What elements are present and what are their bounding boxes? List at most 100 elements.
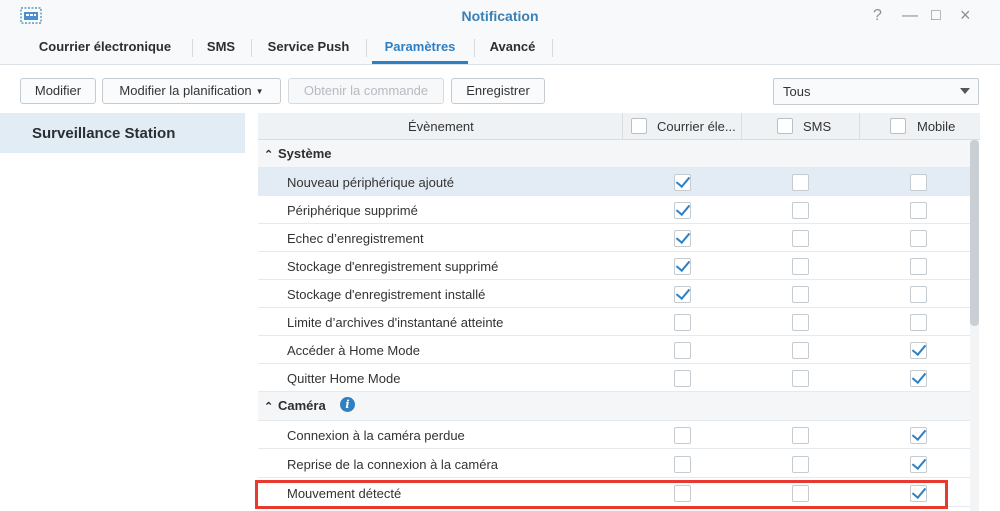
sms-checkbox[interactable] bbox=[792, 342, 809, 359]
email-checkbox[interactable] bbox=[674, 427, 691, 444]
email-checkbox[interactable] bbox=[674, 314, 691, 331]
caret-down-icon: ▼ bbox=[255, 86, 264, 96]
tab-separator bbox=[251, 39, 252, 57]
email-checkbox[interactable] bbox=[674, 258, 691, 275]
tab-separator bbox=[192, 39, 193, 57]
sms-checkbox[interactable] bbox=[792, 314, 809, 331]
event-label: Nouveau périphérique ajouté bbox=[287, 175, 454, 190]
mobile-checkbox[interactable] bbox=[910, 230, 927, 247]
modify-button[interactable]: Modifier bbox=[20, 78, 96, 104]
table-row[interactable]: Stockage d'enregistrement supprimé bbox=[258, 252, 970, 280]
sidebar: Surveillance Station bbox=[0, 113, 245, 511]
tab-bar: Courrier électronique SMS Service Push P… bbox=[0, 34, 1000, 65]
mobile-checkbox[interactable] bbox=[910, 456, 927, 473]
tab-email[interactable]: Courrier électronique bbox=[25, 34, 185, 61]
event-label: Stockage d'enregistrement supprimé bbox=[287, 259, 499, 274]
sms-checkbox[interactable] bbox=[792, 286, 809, 303]
group-label: Système bbox=[278, 146, 332, 161]
help-icon[interactable]: ? bbox=[873, 7, 882, 25]
close-icon[interactable]: × bbox=[960, 6, 971, 24]
tab-settings[interactable]: Paramètres bbox=[372, 34, 468, 64]
filter-select[interactable]: Tous bbox=[773, 78, 979, 105]
header-mobile-checkbox[interactable] bbox=[890, 118, 906, 134]
header-sms-checkbox[interactable] bbox=[777, 118, 793, 134]
event-label: Reprise de la connexion à la caméra bbox=[287, 457, 499, 472]
mobile-checkbox[interactable] bbox=[910, 342, 927, 359]
event-label: Stockage d'enregistrement installé bbox=[287, 287, 486, 302]
save-button[interactable]: Enregistrer bbox=[451, 78, 545, 104]
table-row[interactable]: Quitter Home Mode bbox=[258, 364, 970, 392]
event-grid: Évènement Courrier éle... SMS Mobile ⌃ Sy… bbox=[258, 113, 980, 511]
chevron-up-icon: ⌃ bbox=[264, 149, 274, 161]
get-command-button[interactable]: Obtenir la commande bbox=[288, 78, 444, 104]
header-event-label: Évènement bbox=[408, 119, 474, 134]
group-toggle-camera[interactable]: ⌃ Caméra bbox=[264, 398, 326, 413]
sms-checkbox[interactable] bbox=[792, 427, 809, 444]
minimize-icon[interactable]: — bbox=[902, 7, 918, 25]
header-mobile-label: Mobile bbox=[917, 119, 956, 134]
table-row[interactable]: Limite d’archives d'instantané atteinte bbox=[258, 308, 970, 336]
maximize-icon[interactable]: □ bbox=[931, 7, 941, 25]
modify-schedule-label: Modifier la planification bbox=[119, 83, 252, 98]
header-email-checkbox[interactable] bbox=[631, 118, 647, 134]
mobile-checkbox[interactable] bbox=[910, 485, 927, 502]
email-checkbox[interactable] bbox=[674, 286, 691, 303]
modify-schedule-button[interactable]: Modifier la planification ▼ bbox=[102, 78, 281, 104]
sms-checkbox[interactable] bbox=[792, 485, 809, 502]
group-row-system: ⌃ Système bbox=[258, 140, 970, 168]
window-title: Notification bbox=[461, 8, 539, 24]
chevron-up-icon: ⌃ bbox=[264, 401, 274, 413]
email-checkbox[interactable] bbox=[674, 174, 691, 191]
event-label: Echec d’enregistrement bbox=[287, 231, 424, 246]
event-label: Connexion à la caméra perdue bbox=[287, 428, 465, 443]
mobile-checkbox[interactable] bbox=[910, 258, 927, 275]
tab-separator bbox=[552, 39, 553, 57]
tab-push-service[interactable]: Service Push bbox=[257, 34, 360, 61]
mobile-checkbox[interactable] bbox=[910, 314, 927, 331]
sms-checkbox[interactable] bbox=[792, 370, 809, 387]
group-toggle-system[interactable]: ⌃ Système bbox=[264, 146, 331, 161]
vertical-scrollbar-thumb[interactable] bbox=[970, 140, 979, 326]
event-label: Limite d’archives d'instantané atteinte bbox=[287, 315, 504, 330]
tab-separator bbox=[366, 39, 367, 57]
header-sms-label: SMS bbox=[803, 119, 832, 134]
event-label: Périphérique supprimé bbox=[287, 203, 418, 218]
info-icon[interactable]: i bbox=[340, 397, 355, 412]
tab-advanced[interactable]: Avancé bbox=[480, 34, 545, 61]
email-checkbox[interactable] bbox=[674, 370, 691, 387]
group-row-camera: ⌃ Caméra i bbox=[258, 392, 970, 421]
event-label: Mouvement détecté bbox=[287, 486, 402, 501]
table-row[interactable]: Reprise de la connexion à la caméra bbox=[258, 450, 970, 478]
table-row[interactable]: Mouvement détecté bbox=[258, 479, 970, 507]
tab-separator bbox=[474, 39, 475, 57]
grid-header: Évènement Courrier éle... SMS Mobile bbox=[258, 113, 980, 140]
table-row[interactable]: Périphérique supprimé bbox=[258, 196, 970, 224]
email-checkbox[interactable] bbox=[674, 202, 691, 219]
header-mobile[interactable]: Mobile bbox=[859, 113, 980, 140]
table-row[interactable]: Echec d’enregistrement bbox=[258, 224, 970, 252]
tab-sms[interactable]: SMS bbox=[198, 34, 244, 61]
mobile-checkbox[interactable] bbox=[910, 370, 927, 387]
sms-checkbox[interactable] bbox=[792, 174, 809, 191]
sms-checkbox[interactable] bbox=[792, 456, 809, 473]
header-email[interactable]: Courrier éle... bbox=[622, 113, 741, 140]
table-row[interactable]: Stockage d'enregistrement installé bbox=[258, 280, 970, 308]
table-row[interactable]: Accéder à Home Mode bbox=[258, 336, 970, 364]
sms-checkbox[interactable] bbox=[792, 230, 809, 247]
mobile-checkbox[interactable] bbox=[910, 174, 927, 191]
sms-checkbox[interactable] bbox=[792, 202, 809, 219]
email-checkbox[interactable] bbox=[674, 342, 691, 359]
mobile-checkbox[interactable] bbox=[910, 427, 927, 444]
sidebar-item-surveillance-station[interactable]: Surveillance Station bbox=[0, 113, 245, 153]
table-row[interactable]: Connexion à la caméra perdue bbox=[258, 421, 970, 449]
header-event[interactable]: Évènement bbox=[258, 113, 622, 140]
table-row[interactable]: Nouveau périphérique ajouté bbox=[258, 168, 970, 196]
mobile-checkbox[interactable] bbox=[910, 286, 927, 303]
mobile-checkbox[interactable] bbox=[910, 202, 927, 219]
sms-checkbox[interactable] bbox=[792, 258, 809, 275]
header-email-label: Courrier éle... bbox=[657, 119, 736, 134]
email-checkbox[interactable] bbox=[674, 230, 691, 247]
header-sms[interactable]: SMS bbox=[741, 113, 859, 140]
email-checkbox[interactable] bbox=[674, 485, 691, 502]
email-checkbox[interactable] bbox=[674, 456, 691, 473]
